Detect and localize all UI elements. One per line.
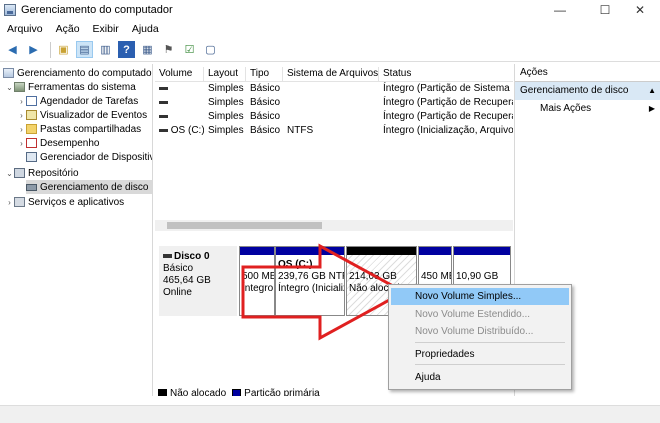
menu-separator	[415, 342, 565, 343]
arrow-outline	[241, 243, 408, 341]
menu-new-striped-volume[interactable]: Novo Volume Distribuído...	[391, 323, 569, 340]
menu-help[interactable]: Ajuda	[391, 369, 569, 386]
menu-separator	[415, 364, 565, 365]
menu-new-simple-volume[interactable]: Novo Volume Simples...	[391, 288, 569, 305]
menu-new-spanned-volume[interactable]: Novo Volume Estendido...	[391, 306, 569, 323]
context-menu: Novo Volume Simples... Novo Volume Esten…	[388, 284, 572, 390]
menu-properties[interactable]: Propriedades	[391, 346, 569, 363]
